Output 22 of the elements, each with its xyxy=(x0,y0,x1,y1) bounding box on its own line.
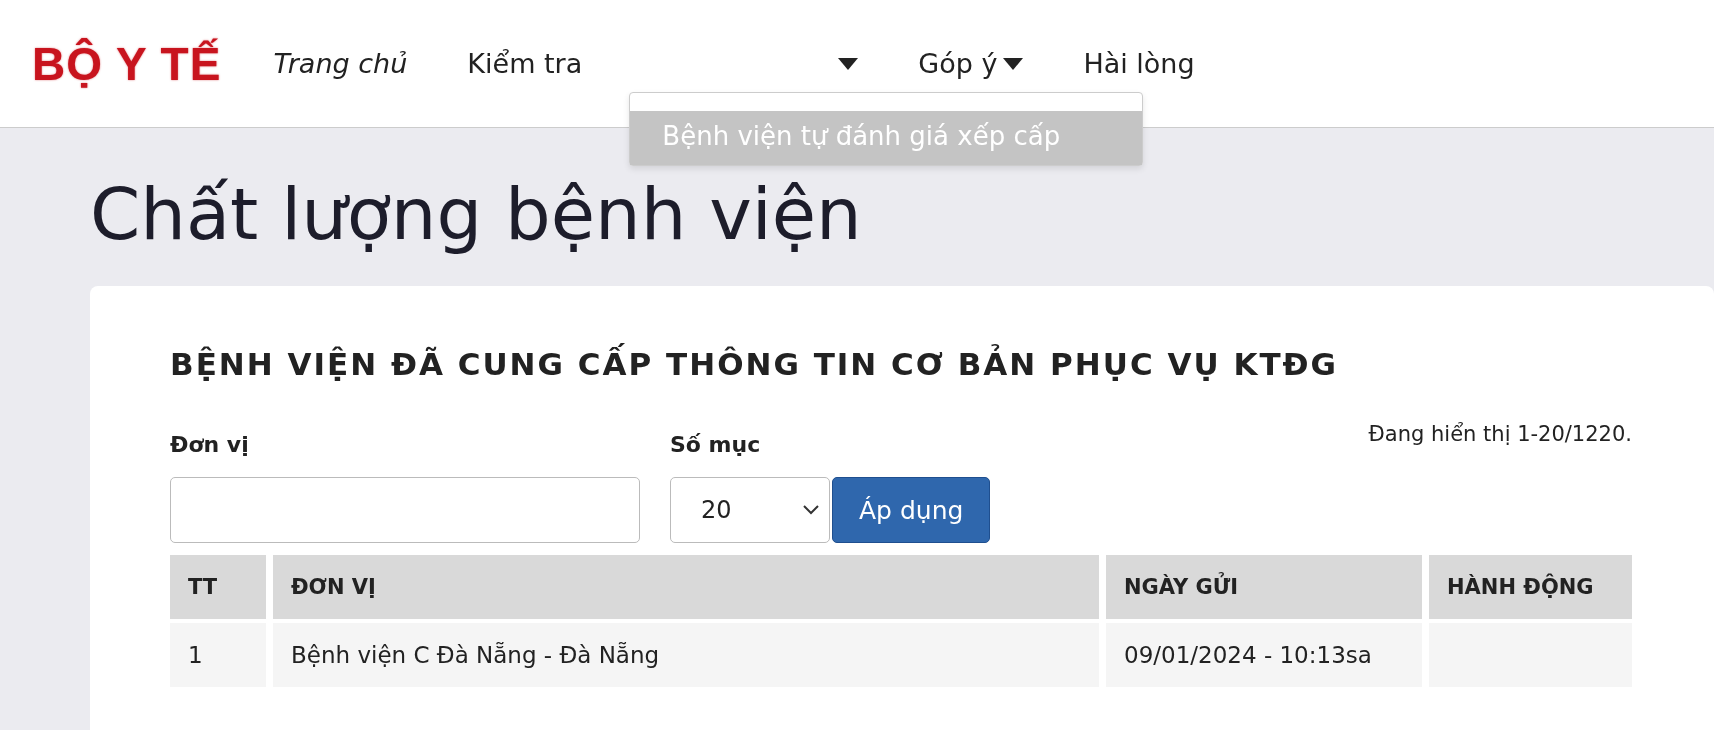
nav-link[interactable]: Trang chủ xyxy=(273,40,408,87)
nav-menu-label[interactable]: Góp ý xyxy=(918,48,998,79)
field-label: Đơn vị xyxy=(170,432,250,457)
nav-link[interactable]: Hài lòng xyxy=(1083,40,1195,87)
nav-menu-label[interactable]: Kiểm tra xyxy=(467,48,583,79)
caret-icon xyxy=(838,57,859,70)
page-title: Chất lượng bệnh viện xyxy=(90,172,863,256)
apply-button[interactable]: Áp dụng xyxy=(832,477,991,543)
table-cell: Bệnh viện C Đà Nẵng - Đà Nẵng xyxy=(273,623,1099,687)
results-count: Đang hiển thị 1-20/1220. xyxy=(1368,422,1632,446)
field-label: Số mục xyxy=(670,432,762,457)
unit-input-field[interactable] xyxy=(170,477,640,543)
column-header: TT xyxy=(170,555,266,619)
column-header: NGÀY GỬI xyxy=(1106,555,1422,619)
count-select[interactable]: 20 xyxy=(670,477,830,543)
column-header: ĐƠN VỊ xyxy=(273,555,1099,619)
logo[interactable]: BỘ Y TẾ xyxy=(32,36,222,91)
chevron-down-icon xyxy=(803,505,819,515)
caret-icon xyxy=(1003,57,1024,70)
column-header: HÀNH ĐỘNG xyxy=(1429,555,1632,619)
table-cell: 1 xyxy=(170,623,266,687)
table-cell: 09/01/2024 - 10:13sa xyxy=(1106,623,1422,687)
